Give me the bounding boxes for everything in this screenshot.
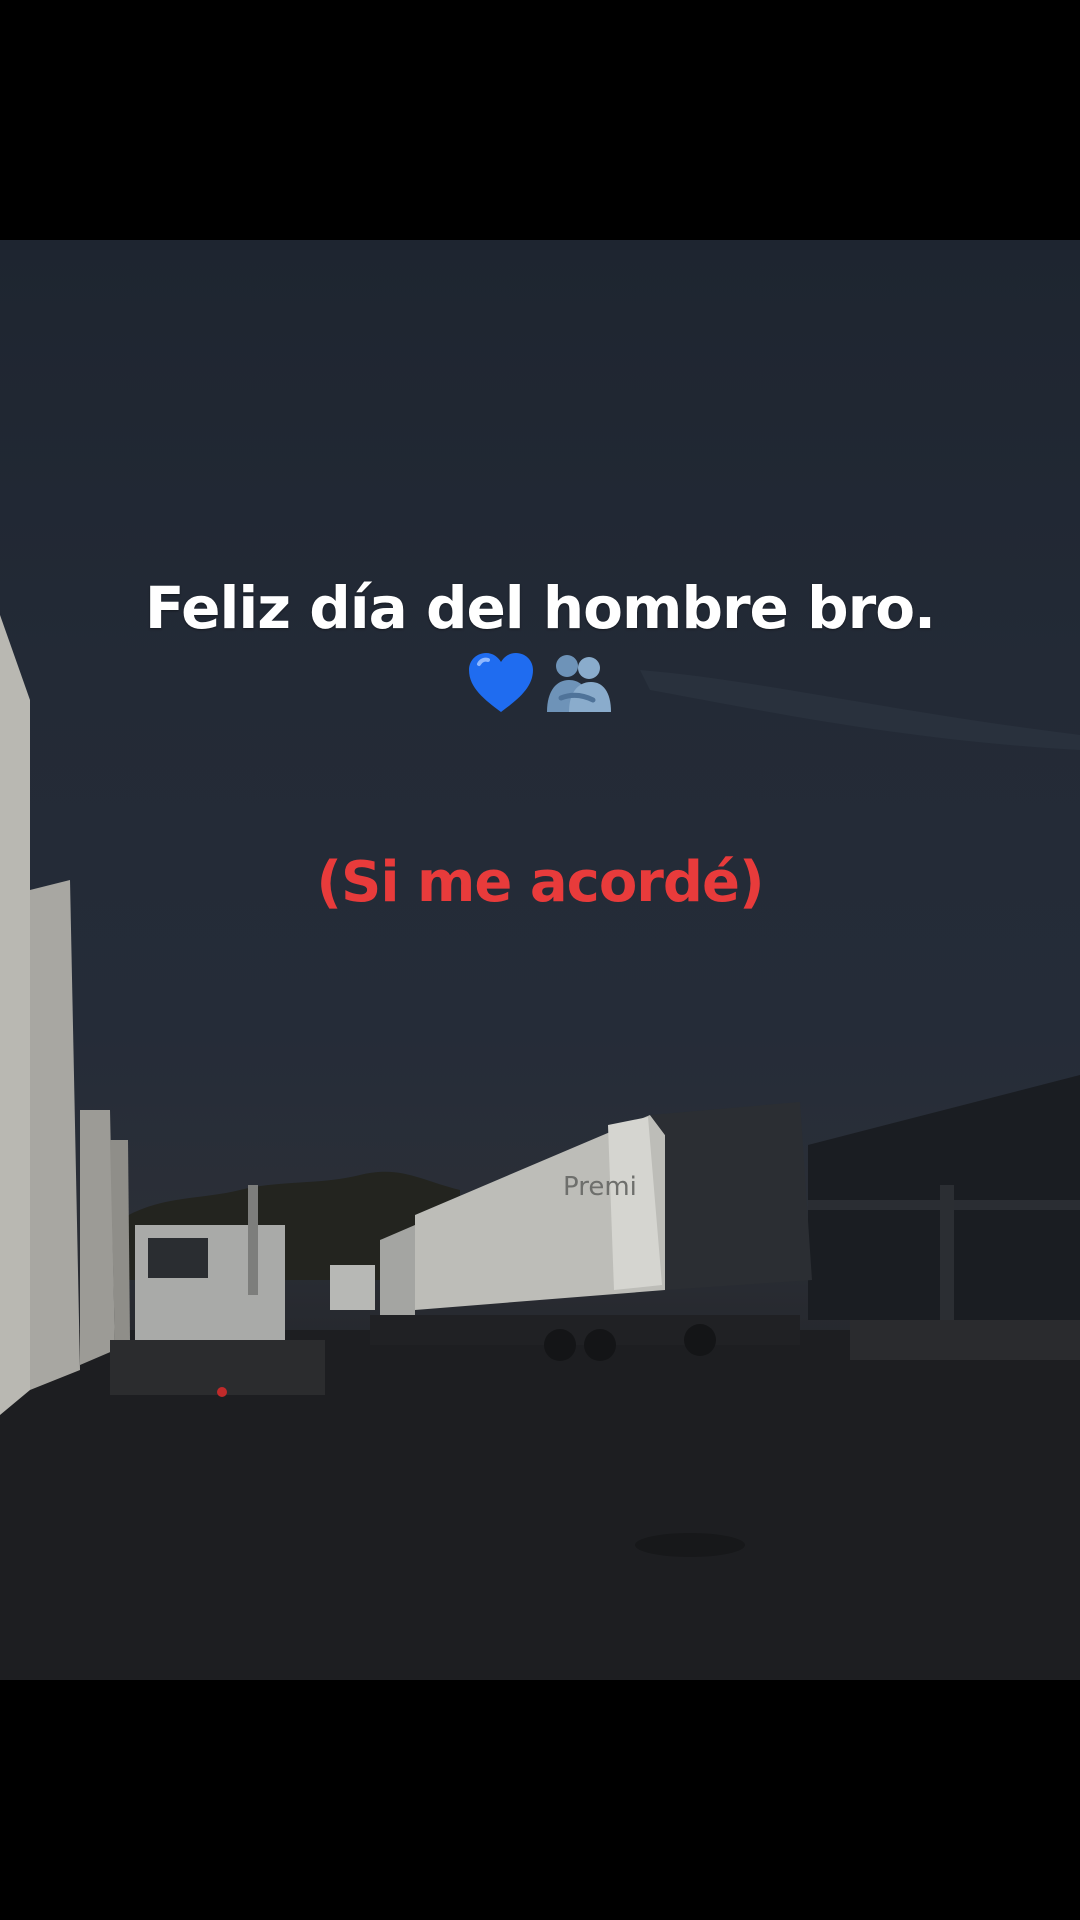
caption-sub-text: (Si me acordé) (316, 850, 764, 915)
caption-layer: Feliz día del hombre bro. (Si me acordé) (0, 0, 1080, 1920)
people-hugging-icon (547, 655, 611, 712)
caption-main-text: Feliz día del hombre bro. (144, 574, 936, 642)
caption-emoji-row (0, 650, 1080, 716)
blue-heart-icon (469, 653, 533, 712)
